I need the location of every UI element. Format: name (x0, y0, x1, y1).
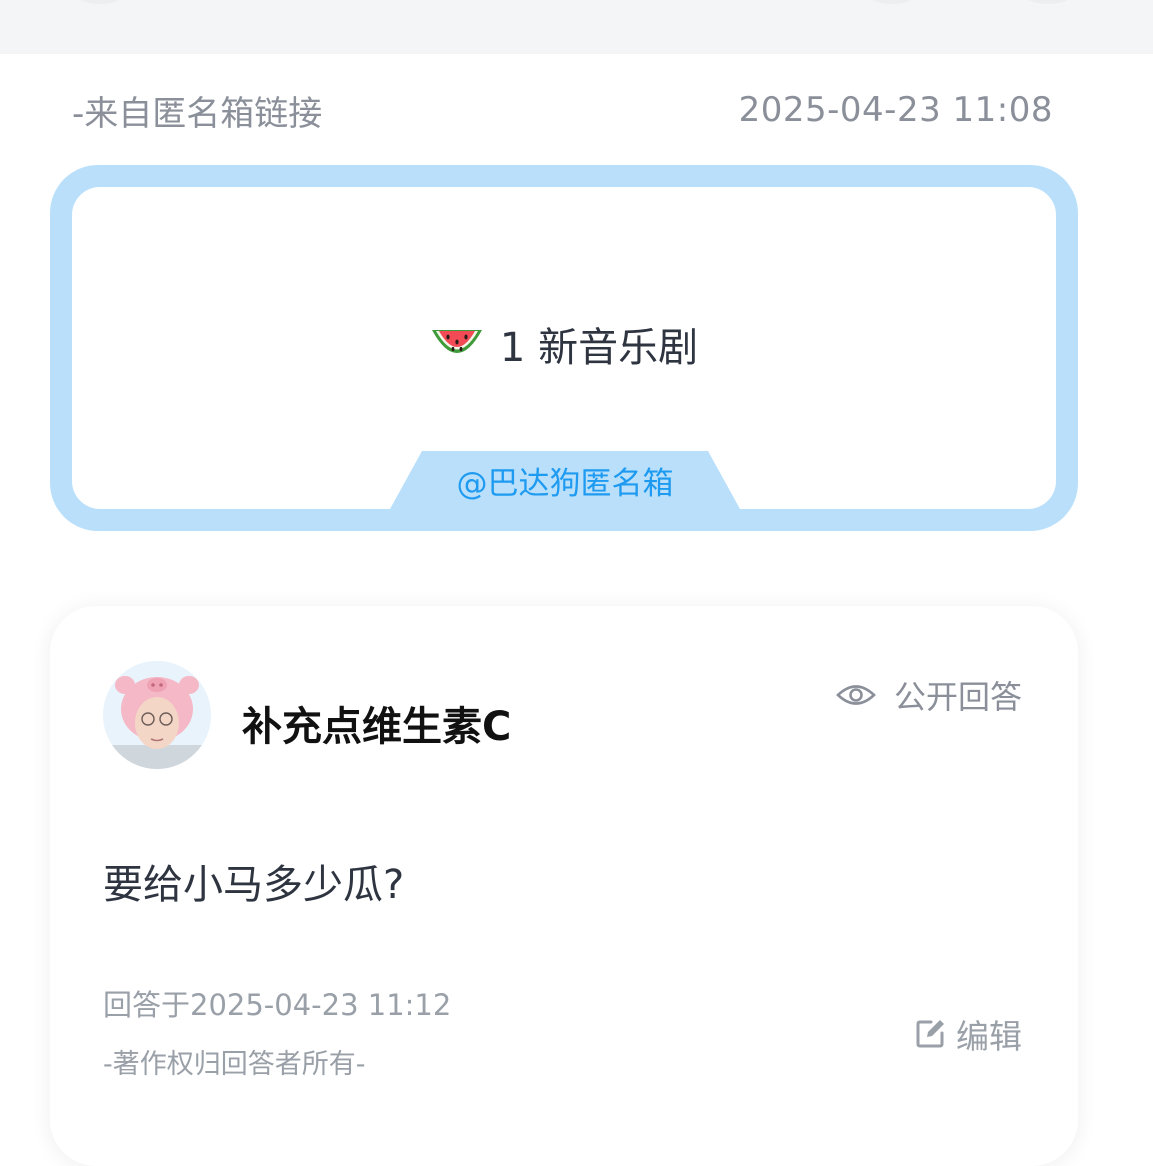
edit-label: 编辑 (956, 1017, 1022, 1056)
edit-icon (916, 1020, 944, 1048)
watermelon-icon (431, 330, 482, 353)
avatar[interactable] (103, 661, 211, 769)
edit-button[interactable]: 编辑 (914, 1010, 1022, 1058)
top-strip (0, 0, 1153, 54)
avatar-image (103, 661, 211, 769)
author-name[interactable]: 补充点维生素C (242, 694, 511, 752)
question-content: 1 新音乐剧 (72, 315, 1056, 373)
eye-icon (836, 685, 876, 705)
source-row: -来自匿名箱链接 2025-04-23 11:08 (72, 88, 1053, 134)
top-strip-nub (1018, 0, 1078, 4)
question-card: 1 新音乐剧 @巴达狗匿名箱 (50, 165, 1078, 531)
inbox-tag[interactable]: @巴达狗匿名箱 (390, 451, 740, 509)
source-label: -来自匿名箱链接 (72, 93, 323, 134)
top-strip-nub (862, 0, 922, 4)
question-timestamp: 2025-04-23 11:08 (738, 90, 1053, 130)
inbox-tag-label: @巴达狗匿名箱 (456, 465, 674, 502)
answered-at: 回答于2025-04-23 11:12 (103, 988, 452, 1022)
question-text: 1 新音乐剧 (499, 325, 699, 371)
visibility-indicator: 公开回答 (836, 672, 1022, 718)
copyright-notice: -著作权归回答者所有- (103, 1049, 366, 1080)
top-strip-nub (70, 0, 130, 4)
visibility-label: 公开回答 (893, 678, 1022, 716)
question-card-inner: 1 新音乐剧 @巴达狗匿名箱 (72, 187, 1056, 509)
answer-card: 补充点维生素C 公开回答 要给小马多少瓜? 回答于2025-04-23 11:1… (50, 606, 1078, 1166)
answer-text: 要给小马多少瓜? (103, 862, 405, 908)
